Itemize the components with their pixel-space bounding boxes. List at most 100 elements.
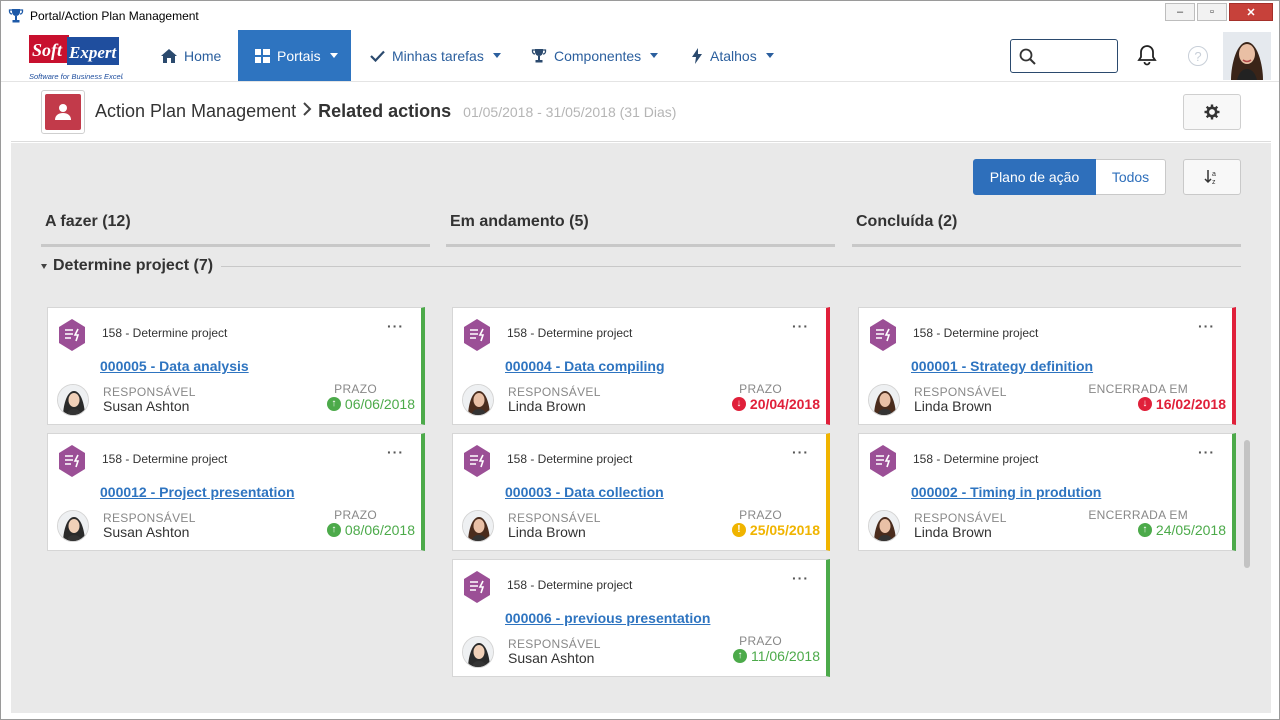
due-date: ! 25/05/2018 xyxy=(731,522,820,538)
search-input[interactable] xyxy=(1042,48,1112,64)
more-options-icon[interactable]: ··· xyxy=(1198,444,1215,460)
card-project: 158 - Determine project xyxy=(507,326,633,340)
kanban-board: Plano de ação Todos a z A fazer (12) Em … xyxy=(11,143,1271,713)
action-card[interactable]: 158 - Determine project ··· 000002 - Timin… xyxy=(858,433,1236,551)
page-title: Related actions xyxy=(318,101,452,121)
view-todos-button[interactable]: Todos xyxy=(1096,159,1166,195)
more-options-icon[interactable]: ··· xyxy=(792,570,809,586)
avatar xyxy=(57,384,89,416)
title-bar: Portal/Action Plan Management – ▫ ✕ xyxy=(1,1,1279,30)
action-card[interactable]: 158 - Determine project ··· 000006 - previ… xyxy=(452,559,830,677)
action-type-icon xyxy=(870,445,896,477)
responsible-label: RESPONSÁVEL xyxy=(914,385,1007,399)
card-title-link[interactable]: 000012 - Project presentation xyxy=(100,484,295,500)
help-icon[interactable]: ? xyxy=(1188,46,1208,66)
check-icon xyxy=(370,50,385,62)
group-label: Determine project (7) xyxy=(53,257,214,274)
date-label: PRAZO xyxy=(739,382,782,396)
nav-atalhos[interactable]: Atalhos xyxy=(691,30,774,81)
avatar xyxy=(868,384,900,416)
user-photo xyxy=(1223,32,1271,80)
avatar xyxy=(868,510,900,542)
collapse-icon[interactable] xyxy=(41,263,47,269)
due-date-value: 11/06/2018 xyxy=(750,648,820,664)
bell-icon[interactable] xyxy=(1137,44,1157,66)
date-label: PRAZO xyxy=(739,508,782,522)
close-button[interactable]: ✕ xyxy=(1229,3,1273,21)
sort-icon: a z xyxy=(1204,170,1216,185)
breadcrumb-module[interactable]: Action Plan Management xyxy=(95,101,296,122)
sort-button[interactable]: a z xyxy=(1183,159,1241,195)
svg-text:a: a xyxy=(1212,171,1216,178)
search-box[interactable] xyxy=(1010,39,1118,73)
due-date-value: 24/05/2018 xyxy=(1155,522,1226,538)
chevron-down-icon xyxy=(492,53,501,58)
action-card[interactable]: 158 - Determine project ··· 000005 - Data … xyxy=(47,307,425,425)
avatar xyxy=(462,510,494,542)
restore-button[interactable]: ▫ xyxy=(1197,3,1227,21)
more-options-icon[interactable]: ··· xyxy=(387,318,404,334)
scrollbar[interactable] xyxy=(1244,440,1250,568)
nav-home[interactable]: Home xyxy=(161,30,221,81)
view-toggle: Plano de ação Todos xyxy=(973,159,1166,195)
action-card[interactable]: 158 - Determine project ··· 000004 - Data … xyxy=(452,307,830,425)
more-options-icon[interactable]: ··· xyxy=(792,318,809,334)
more-options-icon[interactable]: ··· xyxy=(387,444,404,460)
group-header[interactable]: Determine project (7) xyxy=(41,255,1241,277)
view-plano-de-acao-button[interactable]: Plano de ação xyxy=(973,159,1096,195)
status-ok-icon: ↑ xyxy=(1137,523,1152,537)
action-card[interactable]: 158 - Determine project ··· 000003 - Data … xyxy=(452,433,830,551)
due-date: ↑ 24/05/2018 xyxy=(1137,522,1226,538)
gear-icon xyxy=(1204,104,1220,120)
responsible-label: RESPONSÁVEL xyxy=(103,385,196,399)
nav-minhas-tarefas-label: Minhas tarefas xyxy=(392,47,484,64)
action-type-icon xyxy=(464,445,490,477)
action-card[interactable]: 158 - Determine project ··· 000012 - Proje… xyxy=(47,433,425,551)
status-ok-icon: ↑ xyxy=(326,397,341,411)
action-type-icon xyxy=(464,319,490,351)
due-date: ↓ 16/02/2018 xyxy=(1137,396,1226,412)
chevron-down-icon xyxy=(650,53,659,58)
svg-text:z: z xyxy=(1212,179,1216,185)
responsible-name: Linda Brown xyxy=(508,398,586,414)
card-title-link[interactable]: 000006 - previous presentation xyxy=(505,610,710,626)
nav-minhas-tarefas[interactable]: Minhas tarefas xyxy=(370,30,501,81)
card-project: 158 - Determine project xyxy=(102,326,228,340)
group-divider xyxy=(221,265,1241,267)
card-title-link[interactable]: 000001 - Strategy definition xyxy=(911,358,1093,374)
date-label: PRAZO xyxy=(739,634,782,648)
due-date-value: 08/06/2018 xyxy=(344,522,415,538)
due-date-value: 20/04/2018 xyxy=(749,396,820,412)
app-window: Portal/Action Plan Management – ▫ ✕ Soft… xyxy=(0,0,1280,720)
date-label: ENCERRADA EM xyxy=(1088,382,1188,396)
minimize-button[interactable]: – xyxy=(1165,3,1195,21)
nav-home-label: Home xyxy=(184,47,222,64)
more-options-icon[interactable]: ··· xyxy=(1198,318,1215,334)
card-project: 158 - Determine project xyxy=(102,452,228,466)
avatar xyxy=(57,510,89,542)
action-type-icon xyxy=(870,319,896,351)
action-card[interactable]: 158 - Determine project ··· 000001 - Strat… xyxy=(858,307,1236,425)
svg-text:Expert: Expert xyxy=(68,43,118,62)
avatar[interactable] xyxy=(1223,32,1271,80)
avatar xyxy=(462,384,494,416)
status-ok-icon: ↑ xyxy=(732,649,747,663)
card-title-link[interactable]: 000004 - Data compiling xyxy=(505,358,665,374)
top-nav: Soft Expert Software for Business Excell… xyxy=(1,30,1279,82)
nav-componentes-label: Componentes xyxy=(554,47,642,64)
card-title-link[interactable]: 000002 - Timing in prodution xyxy=(911,484,1101,500)
responsible-label: RESPONSÁVEL xyxy=(508,637,601,651)
nav-portais[interactable]: Portais xyxy=(238,30,351,81)
due-date: ↑ 11/06/2018 xyxy=(732,648,820,664)
softexpert-logo[interactable]: Soft Expert Software for Business Excell… xyxy=(27,32,123,82)
due-date: ↓ 20/04/2018 xyxy=(731,396,820,412)
more-options-icon[interactable]: ··· xyxy=(792,444,809,460)
nav-componentes[interactable]: Componentes xyxy=(531,30,659,81)
svg-text:Soft: Soft xyxy=(32,40,63,60)
settings-button[interactable] xyxy=(1183,94,1241,130)
card-title-link[interactable]: 000003 - Data collection xyxy=(505,484,664,500)
card-title-link[interactable]: 000005 - Data analysis xyxy=(100,358,249,374)
due-date-value: 25/05/2018 xyxy=(749,522,820,538)
status-ok-icon: ↑ xyxy=(326,523,341,537)
module-icon xyxy=(41,90,85,134)
